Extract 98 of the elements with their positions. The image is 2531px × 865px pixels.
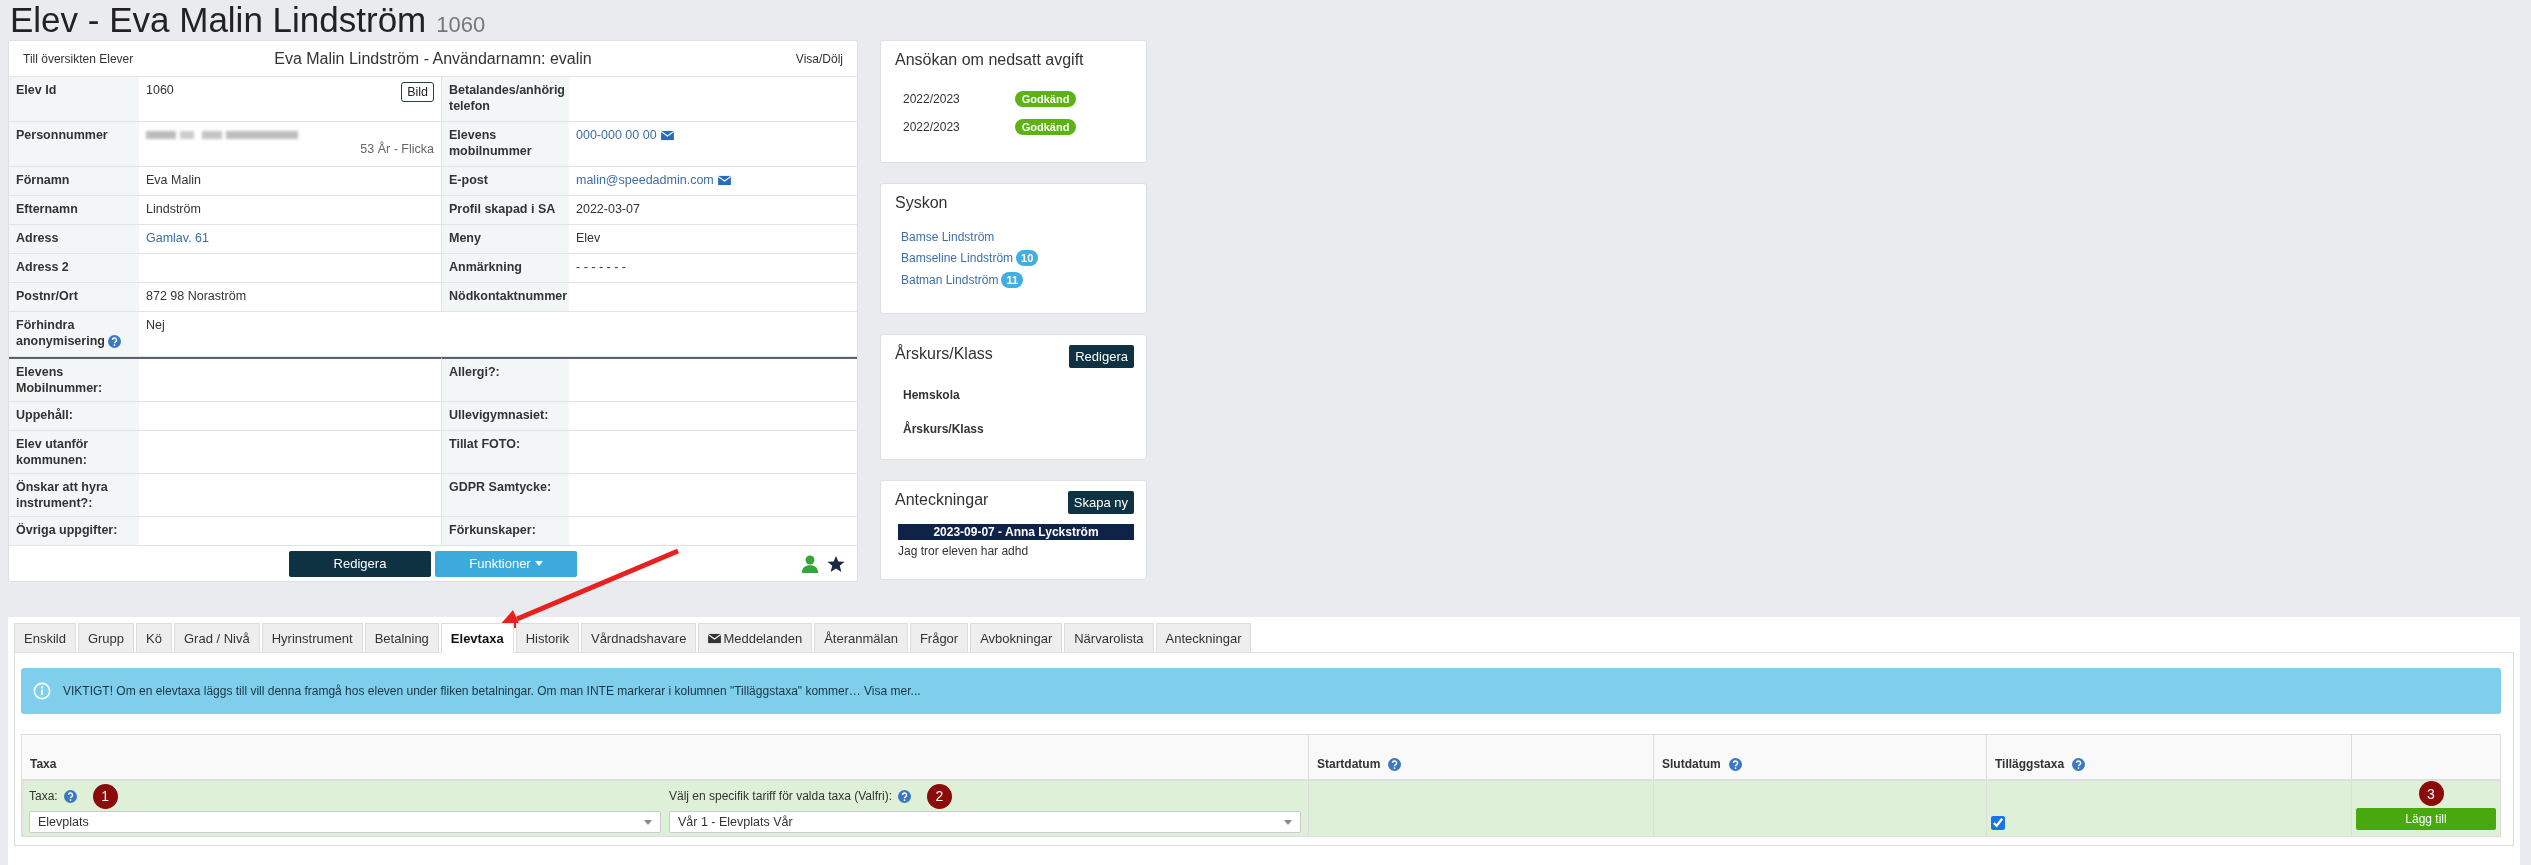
column-header: Taxa <box>30 757 57 771</box>
column-header: Startdatum <box>1317 757 1381 771</box>
checkbox[interactable] <box>1991 816 2005 830</box>
field-value: Lindström <box>146 201 201 217</box>
tab[interactable]: Avbokningar <box>970 623 1063 652</box>
status-badge: Godkänd <box>1014 91 1077 107</box>
tab[interactable]: Anteckningar <box>1155 623 1252 652</box>
tab[interactable]: Enskild <box>14 623 76 652</box>
field-label: Profil skapad i SA <box>449 202 556 216</box>
note-header: 2023-09-07 - Anna Lyckström <box>898 524 1134 540</box>
count-badge: 11 <box>1001 272 1024 288</box>
image-button[interactable]: Bild <box>401 82 434 102</box>
edit-button[interactable]: Redigera <box>289 550 431 577</box>
panel-title: Syskon <box>895 194 948 211</box>
tab[interactable]: Närvarolista <box>1064 623 1154 652</box>
note-text: Jag tror eleven har adhd <box>898 544 1030 558</box>
toggle-link[interactable]: Visa/Dölj <box>795 51 843 66</box>
field-label: Betalandes/anhörig telefon <box>449 83 565 113</box>
page-title: Elev - Eva Malin Lindström <box>10 0 427 40</box>
status-badge: Godkänd <box>1014 119 1077 135</box>
tab[interactable]: Grupp <box>77 623 135 652</box>
tab[interactable]: Hyrinstrument <box>261 623 363 652</box>
count-badge: 10 <box>1016 250 1039 266</box>
field-label: Förkunskaper: <box>449 523 536 537</box>
field-label: Hemskola <box>903 388 961 402</box>
step-badge: 1 <box>92 783 118 809</box>
card-heading: Eva Malin Lindström - Användarnamn: evalin <box>274 49 592 68</box>
tab[interactable]: Grad / Nivå <box>173 623 260 652</box>
tab[interactable]: Kö <box>136 623 172 652</box>
field-label: Adress 2 <box>16 260 69 274</box>
tab[interactable]: Återanmälan <box>814 623 908 652</box>
field-label: Elev utanför kommunen: <box>16 437 89 467</box>
caret-icon <box>534 561 543 566</box>
field-value: Nej <box>146 318 165 332</box>
tab[interactable]: Vårdnadshavare <box>580 623 697 652</box>
tab[interactable]: Historik <box>515 623 579 652</box>
field-label: Förhindra anonymisering <box>16 318 105 348</box>
school-year: 2022/2023 <box>903 92 960 106</box>
field-label: Välj en specifik tariff för valda taxa (Valfri): <box>669 789 892 803</box>
field-label: Elevens mobilnummer <box>449 128 532 158</box>
field-label: E-post <box>449 173 488 187</box>
star-icon <box>827 554 845 573</box>
tab[interactable]: Frågor <box>909 623 969 652</box>
field-value: Elev <box>576 230 601 246</box>
field-label: Efternamn <box>16 202 78 216</box>
sibling-link[interactable]: Bamse Lindström <box>901 230 995 244</box>
field-label: Övriga uppgifter: <box>16 523 118 537</box>
field-link[interactable]: 000-000 00 00 <box>576 127 657 143</box>
column-header: Slutdatum <box>1662 757 1721 771</box>
panel-title: Ansökan om nedsatt avgift <box>895 51 1084 68</box>
sibling-link[interactable]: Bamseline Lindström <box>901 251 1014 265</box>
school-year: 2022/2023 <box>903 120 960 134</box>
create-button[interactable]: Skapa ny <box>1067 491 1134 514</box>
tab[interactable]: Meddelanden <box>698 623 813 652</box>
field-link[interactable]: Gamlav. 61 <box>146 230 209 246</box>
field-label: Taxa: <box>29 789 58 803</box>
field-label: Elevens Mobilnummer: <box>16 365 103 395</box>
field-label: Postnr/Ort <box>16 289 78 303</box>
tab[interactable]: Elevtaxa <box>440 623 514 653</box>
tab[interactable]: Betalning <box>364 623 439 652</box>
show-more-link[interactable]: Visa mer... <box>864 684 921 698</box>
field-label: Nödkontaktnummer <box>449 289 568 303</box>
field-value: 872 98 Noraström <box>146 288 247 304</box>
step-badge: 2 <box>927 783 952 809</box>
field-label: Elev Id <box>16 83 57 97</box>
field-link[interactable]: malin@speedadmin.com <box>576 172 714 188</box>
select-field[interactable]: Elevplats <box>29 811 661 833</box>
field-label: Adress <box>16 231 59 245</box>
edit-button[interactable]: Redigera <box>1069 345 1134 368</box>
field-label: Meny <box>449 231 481 245</box>
info-message: VIKTIGT! Om en elevtaxa läggs till vill denna framgå hos eleven under fliken betalningar. Om man INTE markerar i kolumnen "Tilläggstaxa" kommer… Visa mer... <box>63 684 921 698</box>
panel-title: Anteckningar <box>895 491 989 509</box>
caret-icon <box>1284 819 1292 825</box>
column-header: Tilläggstaxa <box>1995 757 2065 771</box>
field-label: Önskar att hyra instrument?: <box>16 480 108 510</box>
back-link[interactable]: Till översikten Elever <box>23 51 275 66</box>
field-label: Årskurs/Klass <box>903 422 985 436</box>
info-icon <box>33 682 51 700</box>
field-value: Eva Malin <box>146 172 201 188</box>
field-value: 1060 <box>146 82 174 98</box>
sibling-link[interactable]: Batman Lindström <box>901 273 999 287</box>
caret-icon <box>644 819 652 825</box>
field-label: Allergi?: <box>449 365 500 379</box>
field-label: GDPR Samtycke: <box>449 480 552 494</box>
field-label: Tillat FOTO: <box>449 437 521 451</box>
panel-title: Årskurs/Klass <box>895 345 993 363</box>
field-value: - - - - - - - <box>576 259 626 275</box>
field-label: Förnamn <box>16 173 70 187</box>
field-label: Personnummer <box>16 128 108 142</box>
age-gender: 53 År - Flicka <box>360 141 434 157</box>
select-field[interactable]: Vår 1 - Elevplats Vår <box>669 811 1301 833</box>
field-label: Ullevigymnasiet: <box>449 408 549 422</box>
student-id: 1060 <box>436 12 486 38</box>
field-label: Anmärkning <box>449 260 522 274</box>
field-value: 2022-03-07 <box>576 201 640 217</box>
user-icon <box>801 554 819 573</box>
step-badge: 3 <box>2418 781 2444 806</box>
field-label: Uppehåll: <box>16 408 73 422</box>
